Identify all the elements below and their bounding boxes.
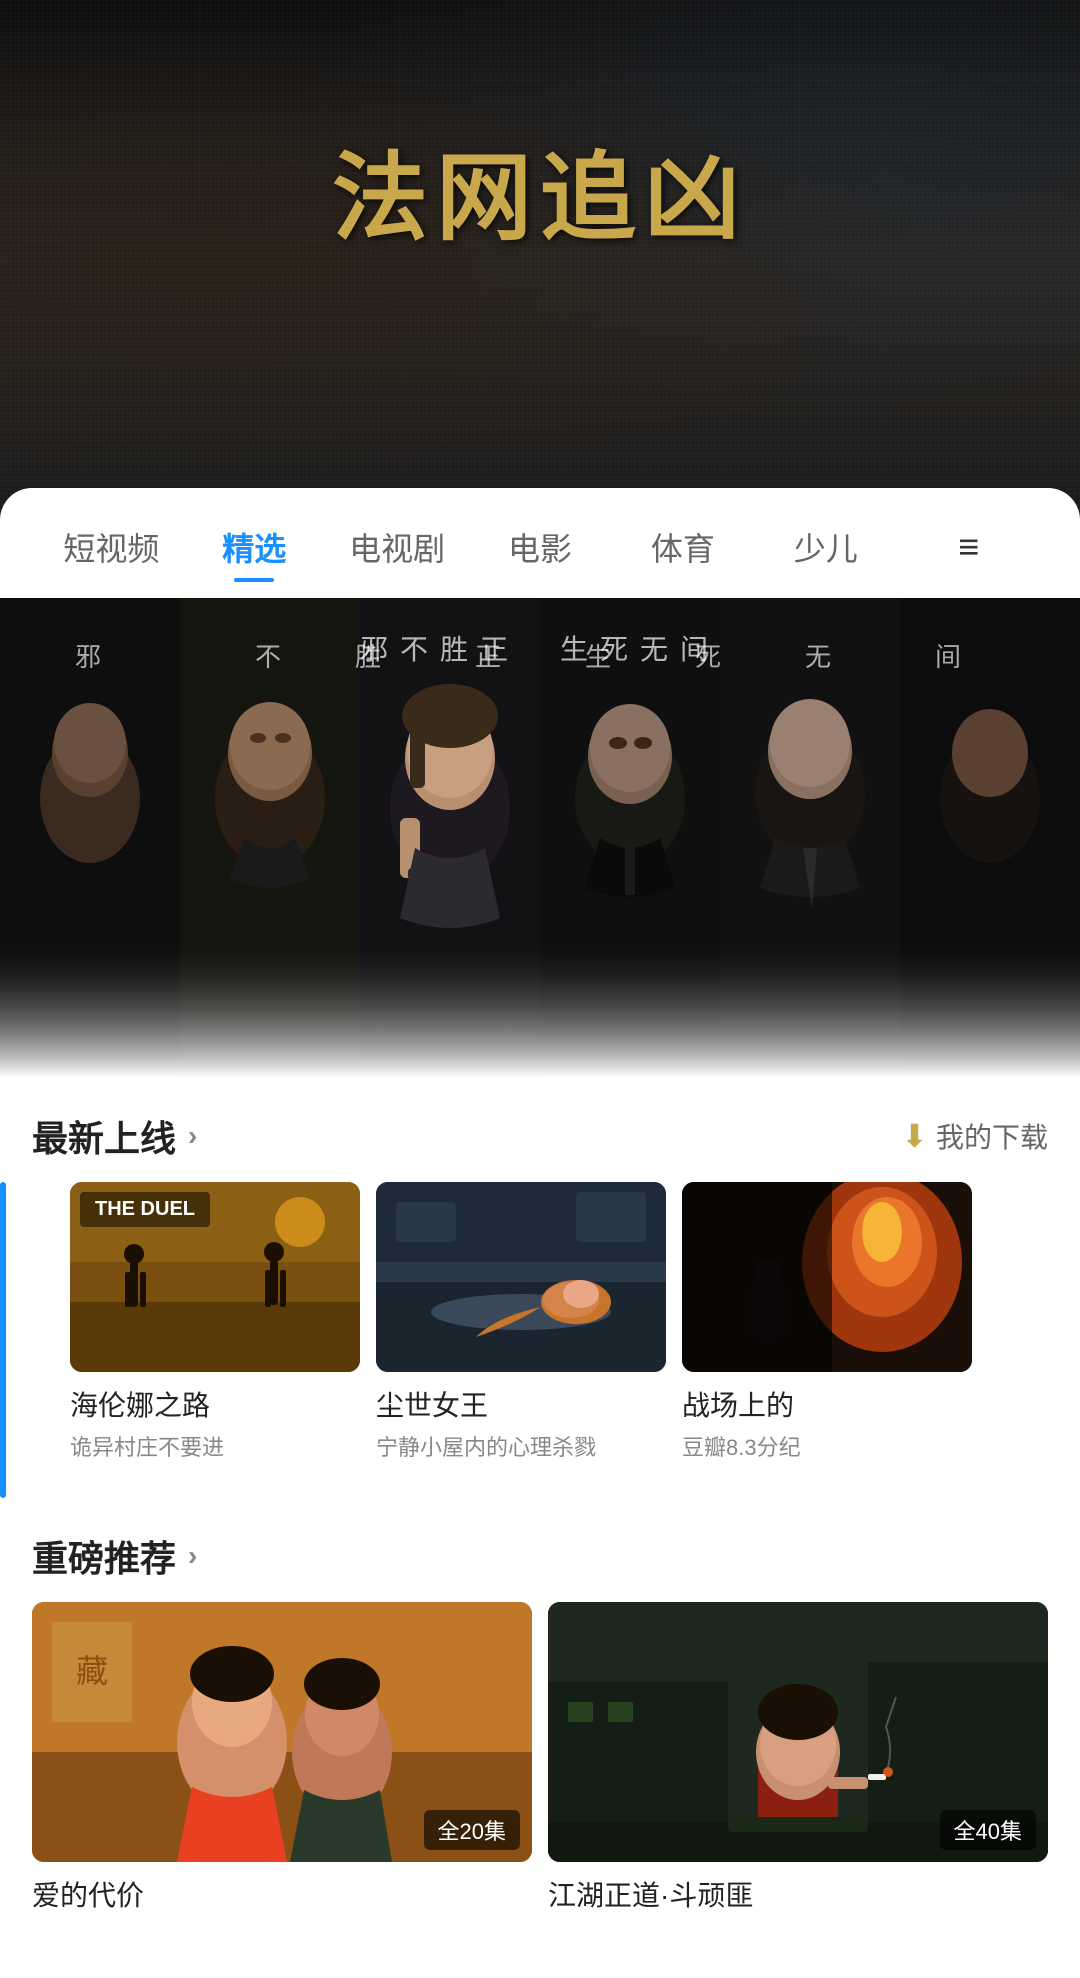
hero-title: 法网追凶 bbox=[0, 120, 1080, 259]
download-icon: ⬇ bbox=[901, 1117, 928, 1155]
banner-text-right: 生死无间 bbox=[560, 628, 720, 668]
movie-title-queen: 尘世女王 bbox=[376, 1384, 666, 1424]
movie-card-duel[interactable]: THE DUEL 海伦娜之路 诡异村庄不要进 bbox=[70, 1182, 360, 1466]
latest-title: 最新上线 › bbox=[32, 1110, 197, 1162]
nav-tabs: 短视频 精选 电视剧 电影 体育 少儿 ≡ bbox=[0, 488, 1080, 598]
tab-sports[interactable]: 体育 bbox=[611, 516, 754, 578]
recommend-thumb-love: 藏 全20集 bbox=[32, 1602, 532, 1862]
movie-thumb-queen bbox=[376, 1182, 666, 1372]
movie-info-duel: 海伦娜之路 诡异村庄不要进 bbox=[70, 1372, 360, 1466]
episode-badge-love: 全20集 bbox=[424, 1810, 520, 1850]
banner-illustration: 邪 不 胜 正 生 死 无 间 bbox=[0, 598, 1080, 1078]
movie-thumb-duel: THE DUEL bbox=[70, 1182, 360, 1372]
movie-info-battle: 战场上的 豆瓣8.3分纪 bbox=[682, 1372, 972, 1466]
content-area: 最新上线 › ⬇ 我的下载 bbox=[0, 1078, 1080, 1978]
duel-thumb-svg: THE DUEL bbox=[70, 1182, 360, 1372]
movie-card-queen[interactable]: 尘世女王 宁静小屋内的心理杀戮 bbox=[376, 1182, 666, 1466]
battle-thumb-svg bbox=[682, 1182, 972, 1372]
hero-bg-svg bbox=[0, 0, 1080, 520]
movie-info-queen: 尘世女王 宁静小屋内的心理杀戮 bbox=[376, 1372, 666, 1466]
hero-section: 法网追凶 bbox=[0, 0, 1080, 520]
svg-text:THE DUEL: THE DUEL bbox=[95, 1198, 195, 1220]
queen-thumb-svg bbox=[376, 1182, 666, 1372]
movie-title-duel: 海伦娜之路 bbox=[70, 1384, 360, 1424]
nav-panel: 短视频 精选 电视剧 电影 体育 少儿 ≡ bbox=[0, 488, 1080, 598]
tab-movie[interactable]: 电影 bbox=[469, 516, 612, 578]
tab-tv[interactable]: 电视剧 bbox=[326, 516, 469, 578]
latest-title-text: 最新上线 bbox=[32, 1110, 176, 1162]
latest-arrow[interactable]: › bbox=[188, 1120, 197, 1152]
movie-sub-duel: 诡异村庄不要进 bbox=[70, 1430, 360, 1462]
movie-card-battle[interactable]: 战场上的 豆瓣8.3分纪 bbox=[682, 1182, 972, 1466]
recommend-card-jihu[interactable]: 全40集 江湖正道·斗顽匪 bbox=[548, 1602, 1048, 1918]
latest-movies-grid: THE DUEL 海伦娜之路 诡异村庄不要进 bbox=[38, 1182, 1080, 1498]
svg-text:藏: 藏 bbox=[76, 1653, 108, 1689]
download-button[interactable]: ⬇ 我的下载 bbox=[901, 1116, 1048, 1156]
recommend-thumb-jihu: 全40集 bbox=[548, 1602, 1048, 1862]
movie-title-battle: 战场上的 bbox=[682, 1384, 972, 1424]
tab-featured[interactable]: 精选 bbox=[183, 516, 326, 578]
recommend-title-text: 重磅推荐 bbox=[32, 1530, 176, 1582]
side-bar-accent bbox=[0, 1182, 6, 1498]
movie-thumb-battle bbox=[682, 1182, 972, 1372]
recommend-arrow[interactable]: › bbox=[188, 1540, 197, 1572]
recommend-title-love: 爱的代价 bbox=[32, 1862, 532, 1918]
tab-more[interactable]: ≡ bbox=[897, 518, 1040, 576]
movie-sub-queen: 宁静小屋内的心理杀戮 bbox=[376, 1430, 666, 1462]
recommend-title: 重磅推荐 › bbox=[32, 1530, 197, 1582]
tab-kids[interactable]: 少儿 bbox=[754, 516, 897, 578]
recommend-title-jihu: 江湖正道·斗顽匪 bbox=[548, 1862, 1048, 1918]
download-label: 我的下载 bbox=[936, 1116, 1048, 1156]
movie-sub-battle: 豆瓣8.3分纪 bbox=[682, 1430, 972, 1462]
recommend-section-header: 重磅推荐 › bbox=[0, 1498, 1080, 1602]
episode-badge-jihu: 全40集 bbox=[940, 1810, 1036, 1850]
latest-movies-wrapper: THE DUEL 海伦娜之路 诡异村庄不要进 bbox=[0, 1182, 1080, 1498]
recommend-grid: 藏 全20集 爱的代价 bbox=[0, 1602, 1080, 1950]
recommend-card-love[interactable]: 藏 全20集 爱的代价 bbox=[32, 1602, 532, 1918]
tab-short[interactable]: 短视频 bbox=[40, 516, 183, 578]
latest-section-header: 最新上线 › ⬇ 我的下载 bbox=[0, 1078, 1080, 1182]
banner-area[interactable]: 邪不胜正 生死无间 bbox=[0, 598, 1080, 1078]
banner-overlay-text: 邪不胜正 生死无间 bbox=[0, 628, 1080, 668]
banner-text-left: 邪不胜正 bbox=[360, 628, 520, 668]
